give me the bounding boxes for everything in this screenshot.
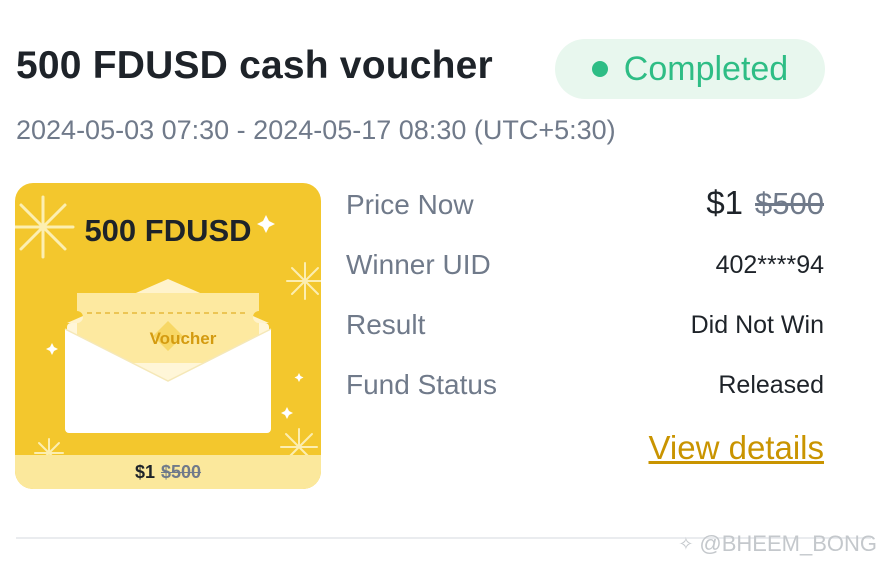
voucher-card-image: 500 FDUSD Voucher $1 $500 [15, 183, 321, 489]
card-price-strip: $1 $500 [15, 455, 321, 489]
price-original-amount: $500 [755, 186, 824, 221]
winner-uid-value: 402****94 [715, 251, 824, 279]
price-now-amount: $1 [706, 184, 744, 221]
fund-status-label: Fund Status [346, 369, 497, 400]
watermark: ✧ @BHEEM_BONG [678, 531, 877, 557]
card-price: $1 [134, 461, 155, 482]
price-now-label: Price Now [346, 189, 474, 220]
result-value: Did Not Win [690, 311, 824, 339]
price-now-value: $1 $500 [706, 183, 824, 226]
result-label: Result [346, 309, 426, 340]
fund-status-value: Released [718, 371, 824, 399]
status-badge: Completed [555, 39, 825, 99]
view-details-link[interactable]: View details [649, 426, 825, 470]
status-text: Completed [623, 49, 789, 88]
card-original-price: $500 [160, 461, 202, 482]
card-title: 500 FDUSD [84, 213, 252, 248]
page-title: 500 FDUSD cash voucher [16, 44, 493, 87]
watermark-logo-icon: ✧ [678, 533, 694, 554]
voucher-label: Voucher [149, 329, 217, 348]
watermark-text: @BHEEM_BONG [699, 531, 877, 556]
status-dot-icon [591, 61, 608, 77]
winner-uid-label: Winner UID [346, 249, 491, 280]
event-period: 2024-05-03 07:30 - 2024-05-17 08:30 (UTC… [16, 115, 616, 145]
